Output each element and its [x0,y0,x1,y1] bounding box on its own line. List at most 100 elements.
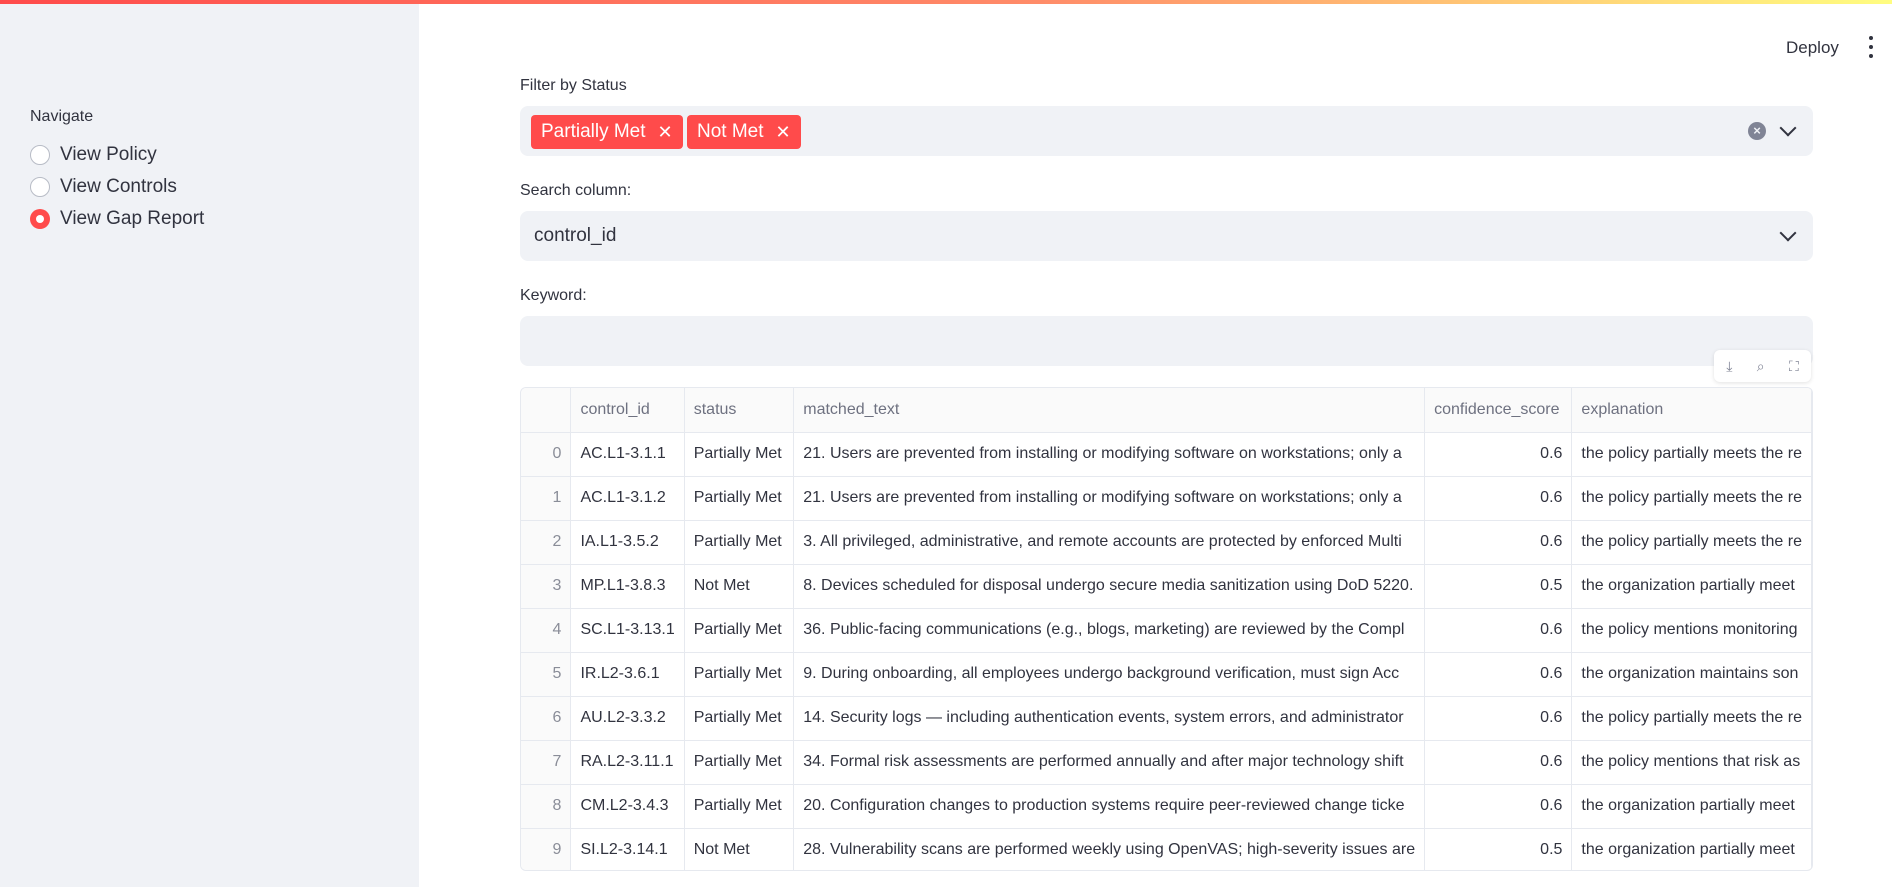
cell-confidence-score[interactable]: 0.6 [1424,476,1573,521]
cell-explanation[interactable]: the policy mentions monitoring [1571,608,1812,653]
keyword-label: Keyword: [520,287,587,304]
cell-confidence-score[interactable]: 0.5 [1424,564,1573,609]
row-index[interactable]: 3 [521,564,572,609]
column-header-control-id[interactable]: control_id [570,388,685,433]
table-row[interactable]: 9 SI.L2-3.14.1 Not Met 28. Vulnerability sc… [521,828,1812,870]
cell-matched-text[interactable]: 28. Vulnerability scans are performed we… [793,828,1426,870]
cell-confidence-score[interactable]: 0.6 [1424,608,1573,653]
cell-status[interactable]: Partially Met [684,476,795,521]
cell-status[interactable]: Partially Met [684,740,795,785]
row-index[interactable]: 7 [521,740,572,785]
cell-control-id[interactable]: SC.L1-3.13.1 [570,608,685,653]
radio-label: View Controls [60,176,177,197]
fullscreen-icon[interactable]: ⛶ [1789,358,1799,375]
column-header-matched-text[interactable]: matched_text [793,388,1426,433]
chevron-down-icon[interactable] [1779,224,1797,242]
cell-confidence-score[interactable]: 0.6 [1424,740,1573,785]
cell-matched-text[interactable]: 9. During onboarding, all employees unde… [793,652,1426,697]
cell-matched-text[interactable]: 36. Public-facing communications (e.g., … [793,608,1426,653]
table-row[interactable]: 5 IR.L2-3.6.1 Partially Met 9. During onboa… [521,652,1812,697]
table-row[interactable]: 8 CM.L2-3.4.3 Partially Met 20. Configurati… [521,784,1812,829]
search-icon[interactable]: ⌕ [1757,358,1765,375]
cell-explanation[interactable]: the policy partially meets the re [1571,520,1812,565]
radio-button-icon[interactable] [30,177,50,197]
cell-explanation[interactable]: the policy partially meets the re [1571,432,1812,477]
table-row[interactable]: 4 SC.L1-3.13.1 Partially Met 36. Public-fac… [521,608,1812,653]
table-row[interactable]: 3 MP.L1-3.8.3 Not Met 8. Devices scheduled … [521,564,1812,609]
search-column-select[interactable]: control_id [520,211,1813,261]
radio-selected-icon[interactable] [30,209,50,229]
cell-explanation[interactable]: the organization partially meet [1571,784,1812,829]
cell-control-id[interactable]: RA.L2-3.11.1 [570,740,685,785]
chip-not-met[interactable]: Not Met ✕ [687,115,801,149]
cell-status[interactable]: Not Met [684,564,795,609]
table-row[interactable]: 1 AC.L1-3.1.2 Partially Met 21. Users are p… [521,476,1812,521]
cell-explanation[interactable]: the policy partially meets the re [1571,696,1812,741]
cell-status[interactable]: Partially Met [684,784,795,829]
cell-confidence-score[interactable]: 0.5 [1424,828,1573,870]
radio-view-controls[interactable]: View Controls [30,176,177,198]
cell-matched-text[interactable]: 3. All privileged, administrative, and r… [793,520,1426,565]
table-row[interactable]: 0 AC.L1-3.1.1 Partially Met 21. Users are p… [521,432,1812,477]
close-icon[interactable]: ✕ [776,122,791,143]
cell-control-id[interactable]: IR.L2-3.6.1 [570,652,685,697]
cell-status[interactable]: Not Met [684,828,795,870]
cell-control-id[interactable]: AC.L1-3.1.2 [570,476,685,521]
more-menu-icon[interactable] [1867,36,1875,58]
cell-control-id[interactable]: CM.L2-3.4.3 [570,784,685,829]
row-index[interactable]: 6 [521,696,572,741]
row-index[interactable]: 2 [521,520,572,565]
row-index[interactable]: 4 [521,608,572,653]
download-icon[interactable]: ⤓ [1726,358,1732,375]
table-header-row: control_id status matched_text confidenc… [521,388,1812,433]
radio-view-policy[interactable]: View Policy [30,144,157,166]
cell-status[interactable]: Partially Met [684,520,795,565]
column-header-explanation[interactable]: explanation [1571,388,1812,433]
cell-matched-text[interactable]: 8. Devices scheduled for disposal underg… [793,564,1426,609]
cell-matched-text[interactable]: 21. Users are prevented from installing … [793,476,1426,521]
cell-status[interactable]: Partially Met [684,652,795,697]
cell-status[interactable]: Partially Met [684,432,795,477]
row-index[interactable]: 1 [521,476,572,521]
row-index[interactable]: 5 [521,652,572,697]
cell-explanation[interactable]: the policy partially meets the re [1571,476,1812,521]
cell-explanation[interactable]: the organization maintains son [1571,652,1812,697]
cell-explanation[interactable]: the organization partially meet [1571,828,1812,870]
chevron-down-icon[interactable] [1779,119,1797,137]
cell-control-id[interactable]: MP.L1-3.8.3 [570,564,685,609]
column-header-status[interactable]: status [684,388,795,433]
table-row[interactable]: 6 AU.L2-3.3.2 Partially Met 14. Security lo… [521,696,1812,741]
cell-confidence-score[interactable]: 0.6 [1424,432,1573,477]
deploy-button[interactable]: Deploy [1786,38,1839,58]
cell-confidence-score[interactable]: 0.6 [1424,520,1573,565]
column-header-index[interactable] [521,388,572,433]
cell-explanation[interactable]: the policy mentions that risk as [1571,740,1812,785]
cell-control-id[interactable]: AU.L2-3.3.2 [570,696,685,741]
close-icon[interactable]: ✕ [658,122,673,143]
status-multiselect[interactable]: Partially Met ✕ Not Met ✕ × [520,106,1813,156]
cell-explanation[interactable]: the organization partially meet [1571,564,1812,609]
radio-button-icon[interactable] [30,145,50,165]
row-index[interactable]: 0 [521,432,572,477]
cell-matched-text[interactable]: 21. Users are prevented from installing … [793,432,1426,477]
cell-confidence-score[interactable]: 0.6 [1424,784,1573,829]
cell-confidence-score[interactable]: 0.6 [1424,696,1573,741]
cell-matched-text[interactable]: 14. Security logs — including authentica… [793,696,1426,741]
cell-matched-text[interactable]: 34. Formal risk assessments are performe… [793,740,1426,785]
cell-confidence-score[interactable]: 0.6 [1424,652,1573,697]
column-header-confidence-score[interactable]: confidence_score [1424,388,1573,433]
cell-control-id[interactable]: IA.L1-3.5.2 [570,520,685,565]
table-row[interactable]: 7 RA.L2-3.11.1 Partially Met 34. Formal ris… [521,740,1812,785]
row-index[interactable]: 8 [521,784,572,829]
keyword-input[interactable] [520,316,1813,366]
table-row[interactable]: 2 IA.L1-3.5.2 Partially Met 3. All privileg… [521,520,1812,565]
cell-matched-text[interactable]: 20. Configuration changes to production … [793,784,1426,829]
cell-status[interactable]: Partially Met [684,608,795,653]
row-index[interactable]: 9 [521,828,572,870]
chip-partially-met[interactable]: Partially Met ✕ [531,115,683,149]
radio-view-gap-report[interactable]: View Gap Report [30,208,204,230]
cell-control-id[interactable]: SI.L2-3.14.1 [570,828,685,870]
cell-control-id[interactable]: AC.L1-3.1.1 [570,432,685,477]
cell-status[interactable]: Partially Met [684,696,795,741]
clear-all-icon[interactable]: × [1748,122,1766,140]
